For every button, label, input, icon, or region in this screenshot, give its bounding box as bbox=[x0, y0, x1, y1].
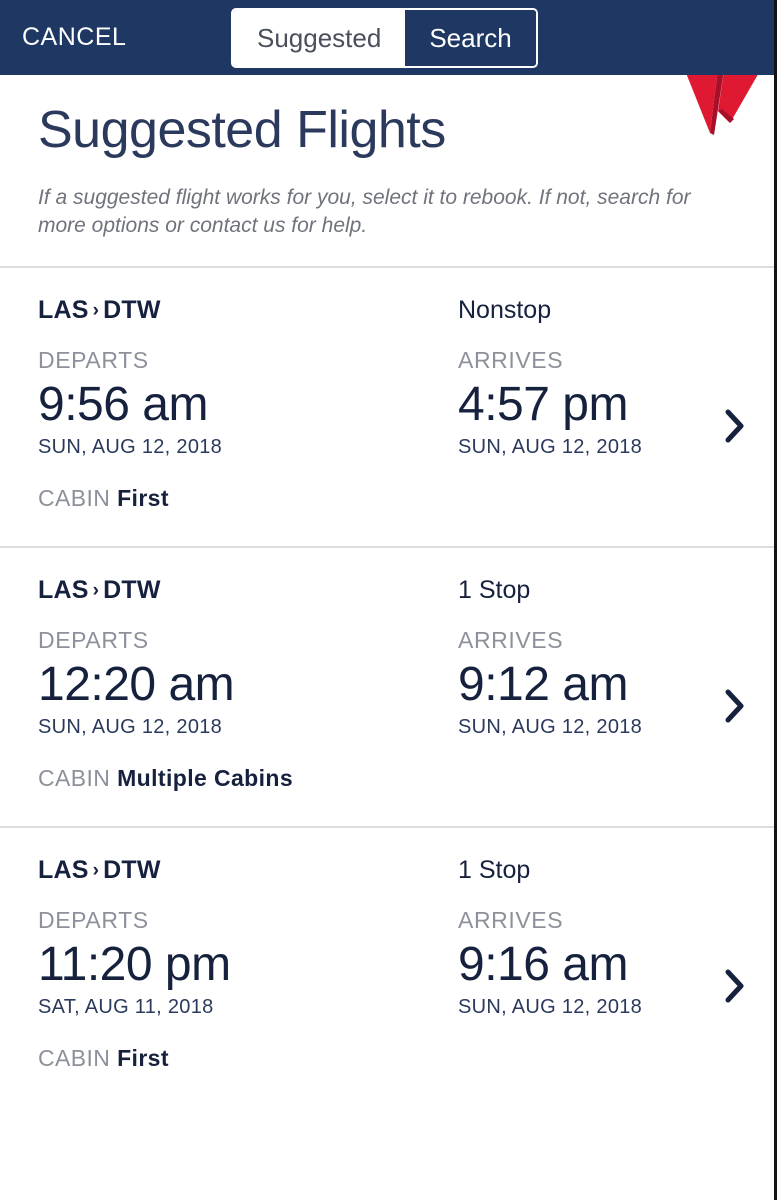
cabin-line: CABIN First bbox=[38, 485, 736, 512]
flight-option-row[interactable]: LAS › DTW 1 Stop DEPARTS 12:20 am SUN, AUG… bbox=[0, 548, 774, 826]
cancel-button[interactable]: CANCEL bbox=[22, 25, 126, 50]
cabin-value: First bbox=[117, 485, 169, 512]
destination-airport-code: DTW bbox=[103, 855, 161, 884]
departure-time: 11:20 pm bbox=[38, 937, 231, 991]
destination-airport-code: DTW bbox=[103, 576, 161, 605]
page-title: Suggested Flights bbox=[38, 101, 446, 159]
flight-route: LAS › DTW bbox=[38, 576, 458, 605]
flight-times: DEPARTS 12:20 am SUN, AUG 12, 2018 ARRIV… bbox=[38, 627, 736, 739]
flight-summary-line: LAS › DTW 1 Stop bbox=[38, 576, 736, 605]
cabin-label: CABIN bbox=[38, 764, 111, 791]
top-navigation-bar: CANCEL Suggested Search bbox=[0, 0, 774, 75]
arrives-label: ARRIVES bbox=[458, 347, 564, 374]
flight-option-row[interactable]: LAS › DTW Nonstop DEPARTS 9:56 am SUN, AUG… bbox=[0, 268, 774, 546]
arrival-time: 4:57 pm bbox=[458, 378, 628, 432]
arrival-block: ARRIVES 4:57 pm SUN, AUG 12, 2018 bbox=[458, 347, 642, 459]
route-arrow-icon: › bbox=[92, 300, 100, 322]
chevron-right-icon[interactable] bbox=[722, 406, 748, 446]
cabin-value: First bbox=[117, 1044, 169, 1071]
flight-route: LAS › DTW bbox=[38, 296, 458, 325]
departure-date: SUN, AUG 12, 2018 bbox=[38, 436, 223, 459]
origin-airport-code: LAS bbox=[38, 296, 89, 325]
page-subtitle: If a suggested flight works for you, sel… bbox=[38, 185, 691, 237]
destination-airport-code: DTW bbox=[103, 296, 161, 325]
stops-label: 1 Stop bbox=[458, 855, 531, 884]
cabin-line: CABIN Multiple Cabins bbox=[38, 765, 736, 792]
stops-label: 1 Stop bbox=[458, 576, 531, 605]
arrival-date: SUN, AUG 12, 2018 bbox=[458, 715, 643, 738]
origin-airport-code: LAS bbox=[38, 576, 89, 605]
departs-label: DEPARTS bbox=[38, 906, 149, 933]
arrives-label: ARRIVES bbox=[458, 627, 564, 654]
departure-date: SAT, AUG 11, 2018 bbox=[38, 995, 214, 1018]
departure-time: 9:56 am bbox=[38, 378, 208, 432]
chevron-right-icon[interactable] bbox=[722, 966, 748, 1006]
flight-route: LAS › DTW bbox=[38, 856, 458, 885]
flight-times: DEPARTS 11:20 pm SAT, AUG 11, 2018 ARRIV… bbox=[38, 907, 736, 1019]
departure-time: 12:20 am bbox=[38, 658, 235, 712]
arrival-date: SUN, AUG 12, 2018 bbox=[458, 436, 643, 459]
arrival-time: 9:12 am bbox=[458, 658, 628, 712]
flight-summary-line: LAS › DTW 1 Stop bbox=[38, 856, 736, 885]
departs-label: DEPARTS bbox=[38, 347, 149, 374]
chevron-right-icon[interactable] bbox=[722, 686, 748, 726]
arrives-label: ARRIVES bbox=[458, 906, 564, 933]
arrival-date: SUN, AUG 12, 2018 bbox=[458, 995, 643, 1018]
flight-summary-line: LAS › DTW Nonstop bbox=[38, 296, 736, 325]
arrival-block: ARRIVES 9:16 am SUN, AUG 12, 2018 bbox=[458, 907, 642, 1019]
tab-search[interactable]: Search bbox=[405, 10, 536, 66]
page-header-block: Suggested Flights If a suggested flight … bbox=[0, 75, 774, 266]
departure-date: SUN, AUG 12, 2018 bbox=[38, 715, 223, 738]
route-arrow-icon: › bbox=[92, 859, 100, 881]
route-arrow-icon: › bbox=[92, 580, 100, 602]
cabin-value: Multiple Cabins bbox=[117, 764, 294, 791]
cabin-line: CABIN First bbox=[38, 1045, 736, 1072]
flight-times: DEPARTS 9:56 am SUN, AUG 12, 2018 ARRIVE… bbox=[38, 347, 736, 459]
arrival-time: 9:16 am bbox=[458, 937, 628, 991]
arrival-block: ARRIVES 9:12 am SUN, AUG 12, 2018 bbox=[458, 627, 642, 739]
view-mode-segmented-control[interactable]: Suggested Search bbox=[231, 8, 538, 68]
departure-block: DEPARTS 12:20 am SUN, AUG 12, 2018 bbox=[38, 627, 458, 739]
cabin-label: CABIN bbox=[38, 1044, 111, 1071]
tab-suggested[interactable]: Suggested bbox=[233, 10, 406, 66]
departure-block: DEPARTS 9:56 am SUN, AUG 12, 2018 bbox=[38, 347, 458, 459]
departs-label: DEPARTS bbox=[38, 627, 149, 654]
flight-option-row[interactable]: LAS › DTW 1 Stop DEPARTS 11:20 pm SAT, AUG… bbox=[0, 828, 774, 1106]
stops-label: Nonstop bbox=[458, 296, 552, 325]
cabin-label: CABIN bbox=[38, 485, 111, 512]
app-root: CANCEL Suggested Search Suggested Flight… bbox=[0, 0, 777, 1200]
origin-airport-code: LAS bbox=[38, 855, 89, 884]
departure-block: DEPARTS 11:20 pm SAT, AUG 11, 2018 bbox=[38, 907, 458, 1019]
